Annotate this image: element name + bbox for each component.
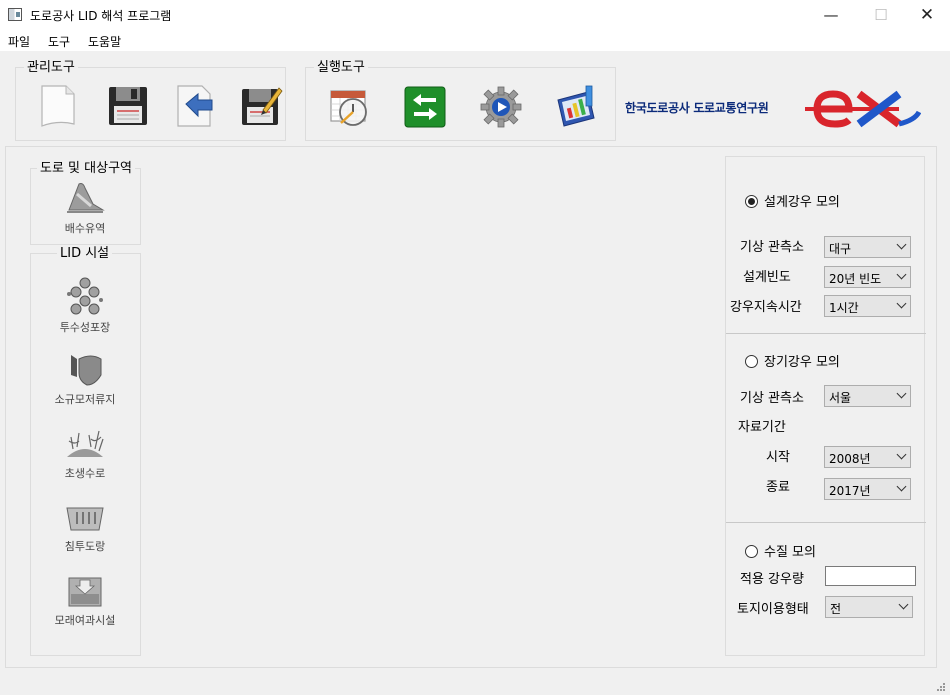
design-rain-radio-label: 설계강우 모의 xyxy=(764,195,840,210)
sand-filter-icon xyxy=(68,577,102,607)
app-icon xyxy=(8,8,22,21)
window-title: 도로공사 LID 해석 프로그램 xyxy=(30,9,172,23)
manage-tools-title: 관리도구 xyxy=(24,60,78,75)
start-label: 시작 xyxy=(766,450,790,465)
ex-logo xyxy=(803,86,922,132)
water-quality-radio-label: 수질 모의 xyxy=(764,545,816,560)
rain-duration-value: 1시간 xyxy=(829,301,859,315)
exchange-button[interactable] xyxy=(403,85,447,129)
sand-filter-label: 모래여과시설 xyxy=(54,614,116,627)
drainage-area-button[interactable]: 배수유역 xyxy=(35,180,135,236)
chevron-down-icon xyxy=(898,599,909,610)
menu-file[interactable]: 파일 xyxy=(8,33,30,50)
design-station-value: 대구 xyxy=(829,242,852,256)
end-label: 종료 xyxy=(766,480,790,495)
applied-rainfall-label: 적용 강우량 xyxy=(740,572,804,587)
save-floppy-icon xyxy=(109,87,147,125)
long-rain-radio-circle[interactable] xyxy=(745,355,758,368)
design-station-label: 기상 관측소 xyxy=(740,240,804,255)
title-bar: 도로공사 LID 해석 프로그램 — ☐ ✕ xyxy=(0,0,950,30)
design-frequency-select[interactable]: 20년 빈도 xyxy=(824,266,911,288)
gear-run-icon xyxy=(480,86,522,128)
sand-filter-button[interactable]: 모래여과시설 xyxy=(35,574,135,628)
design-rain-radio-circle[interactable] xyxy=(745,195,758,208)
chevron-down-icon xyxy=(896,239,907,250)
run-button[interactable] xyxy=(479,85,523,129)
minimize-button[interactable]: — xyxy=(808,0,854,30)
design-station-select[interactable]: 대구 xyxy=(824,236,911,258)
maximize-button[interactable]: ☐ xyxy=(858,0,904,30)
lid-facility-title: LID 시설 xyxy=(57,246,113,261)
long-station-select[interactable]: 서울 xyxy=(824,385,911,407)
long-rain-radio-label: 장기강우 모의 xyxy=(764,355,840,370)
run-tools-title: 실행도구 xyxy=(314,60,368,75)
chevron-down-icon xyxy=(896,481,907,492)
save-as-floppy-icon xyxy=(242,87,283,125)
chevron-down-icon xyxy=(896,269,907,280)
end-year-value: 2017년 xyxy=(829,484,871,498)
report-button[interactable] xyxy=(554,84,598,128)
land-use-label: 토지이용형태 xyxy=(737,602,809,617)
new-file-button[interactable] xyxy=(36,84,80,128)
new-file-icon xyxy=(41,85,75,127)
calendar-clock-icon xyxy=(330,90,367,126)
drainage-area-label: 배수유역 xyxy=(64,222,106,235)
land-use-select[interactable]: 전 xyxy=(825,596,913,618)
small-reservoir-button[interactable]: 소규모저류지 xyxy=(35,353,135,407)
design-rain-radio[interactable]: 설계강우 모의 xyxy=(745,191,840,210)
data-period-label: 자료기간 xyxy=(738,420,786,435)
close-button[interactable]: ✕ xyxy=(904,0,950,30)
grass-swale-icon xyxy=(67,430,104,457)
road-area-title: 도로 및 대상구역 xyxy=(37,161,135,176)
design-frequency-value: 20년 빈도 xyxy=(829,272,882,286)
section-divider xyxy=(726,522,926,523)
long-station-value: 서울 xyxy=(829,391,852,405)
schedule-button[interactable] xyxy=(327,85,371,129)
long-rain-radio[interactable]: 장기강우 모의 xyxy=(745,351,840,370)
rain-duration-label: 강우지속시간 xyxy=(730,300,802,315)
permeable-pavement-label: 투수성포장 xyxy=(59,321,111,334)
save-as-button[interactable] xyxy=(239,84,283,128)
permeable-pavement-icon xyxy=(67,277,103,315)
start-year-value: 2008년 xyxy=(829,452,871,466)
infiltration-trench-label: 침투도랑 xyxy=(64,540,106,553)
menu-bar: 파일 도구 도움말 xyxy=(0,30,950,51)
grass-swale-button[interactable]: 초생수로 xyxy=(35,427,135,481)
end-year-select[interactable]: 2017년 xyxy=(824,478,911,500)
applied-rainfall-input[interactable] xyxy=(825,566,916,586)
import-arrow-icon xyxy=(177,85,213,127)
water-quality-radio-circle[interactable] xyxy=(745,545,758,558)
small-reservoir-icon xyxy=(71,355,102,386)
rain-duration-select[interactable]: 1시간 xyxy=(824,295,911,317)
import-button[interactable] xyxy=(174,84,218,128)
organization-name: 한국도로공사 도로교통연구원 xyxy=(625,101,769,115)
infiltration-trench-icon xyxy=(66,507,104,531)
start-year-select[interactable]: 2008년 xyxy=(824,446,911,468)
swap-arrows-icon xyxy=(404,86,446,128)
section-divider xyxy=(726,333,926,334)
permeable-pavement-button[interactable]: 투수성포장 xyxy=(35,277,135,335)
infiltration-trench-button[interactable]: 침투도랑 xyxy=(35,504,135,554)
chevron-down-icon xyxy=(896,388,907,399)
small-reservoir-label: 소규모저류지 xyxy=(54,393,116,406)
design-frequency-label: 설계빈도 xyxy=(743,270,791,285)
ex-logo-icon xyxy=(805,90,922,128)
drainage-basin-icon xyxy=(67,183,105,213)
menu-tools[interactable]: 도구 xyxy=(48,33,70,50)
long-station-label: 기상 관측소 xyxy=(740,391,804,406)
resize-grip-icon[interactable] xyxy=(936,682,946,692)
save-button[interactable] xyxy=(106,84,150,128)
water-quality-radio[interactable]: 수질 모의 xyxy=(745,541,816,560)
chevron-down-icon xyxy=(896,449,907,460)
chart-report-icon xyxy=(557,85,595,127)
menu-help[interactable]: 도움말 xyxy=(88,33,121,50)
grass-swale-label: 초생수로 xyxy=(64,467,106,480)
land-use-value: 전 xyxy=(830,602,842,616)
chevron-down-icon xyxy=(896,298,907,309)
